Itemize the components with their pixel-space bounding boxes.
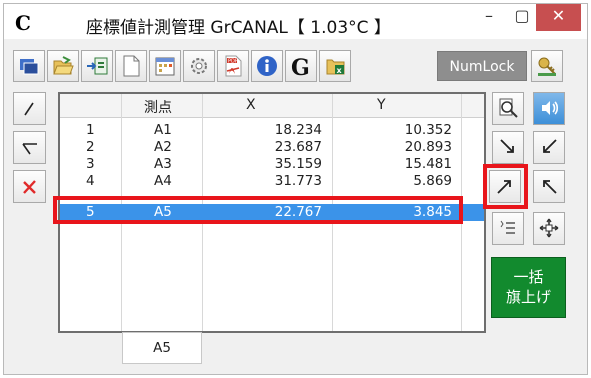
svg-text:x: x	[337, 66, 343, 75]
current-point-display: A5	[122, 332, 202, 364]
col-header-y[interactable]: Y	[377, 97, 386, 113]
sound-button[interactable]	[533, 92, 565, 125]
line-icon	[24, 102, 34, 116]
open-folder-icon	[53, 56, 74, 75]
cell-point: A1	[154, 122, 172, 138]
settings-button[interactable]	[183, 50, 215, 82]
g-button[interactable]: G	[285, 50, 317, 82]
cell-point: A2	[154, 139, 172, 155]
col-header-x[interactable]: X	[246, 97, 256, 113]
draw-angle-button[interactable]	[13, 131, 46, 164]
new-document-button[interactable]	[115, 50, 147, 82]
window-button[interactable]	[13, 50, 45, 82]
excel-icon: x	[326, 59, 345, 75]
arrow-up-left-button[interactable]	[533, 170, 565, 203]
cell-point: A3	[154, 156, 172, 172]
settings-gear-icon	[191, 58, 207, 74]
arrow-button-highlight	[483, 164, 528, 209]
table-row[interactable]: 1 A1 18.234 10.352	[60, 122, 484, 139]
cell-y: 20.893	[404, 139, 452, 155]
angle-icon	[22, 143, 37, 155]
key-icon	[538, 57, 556, 76]
info-button[interactable]	[251, 50, 283, 82]
new-document-icon	[123, 55, 140, 77]
delete-button[interactable]	[13, 170, 46, 203]
table-header: 測点 X Y	[60, 94, 484, 118]
window-title: 座標値計測管理 GrCANAL【 1.03°C 】	[86, 18, 391, 38]
bulk-flag-button[interactable]: 一括 旗上げ	[491, 257, 566, 318]
table-row[interactable]: 2 A2 23.687 20.893	[60, 139, 484, 156]
app-icon: C	[15, 11, 31, 35]
maximize-button[interactable]: ▢	[508, 4, 536, 31]
cell-point: A4	[154, 173, 172, 189]
bulk-flag-label-line1: 一括	[513, 268, 544, 286]
pdf-icon: PDF	[225, 55, 242, 77]
zoom-icon	[499, 98, 518, 118]
list-sort-icon	[500, 220, 515, 234]
close-button[interactable]: ✕	[536, 4, 581, 31]
move-cross-icon	[539, 218, 559, 238]
table-row[interactable]: 3 A3 35.159 15.481	[60, 156, 484, 173]
col-header-point[interactable]: 測点	[144, 97, 172, 117]
window-icon	[20, 59, 39, 75]
row-number: 3	[86, 156, 95, 172]
pdf-button[interactable]: PDF	[217, 50, 249, 82]
cell-x: 23.687	[274, 139, 322, 155]
g-icon: G	[291, 55, 310, 78]
svg-text:PDF: PDF	[228, 59, 238, 65]
arrow-down-left-icon	[543, 139, 557, 153]
bulk-flag-label-line2: 旗上げ	[505, 288, 551, 306]
move-button[interactable]	[533, 212, 565, 245]
info-icon	[257, 56, 277, 76]
table-row[interactable]: 4 A4 31.773 5.869	[60, 173, 484, 190]
speaker-icon	[542, 101, 559, 115]
cell-y: 5.869	[413, 173, 452, 189]
key-button[interactable]	[531, 50, 563, 82]
arrow-down-right-button[interactable]	[492, 131, 524, 164]
excel-button[interactable]: x	[319, 50, 351, 82]
arrow-up-left-icon	[543, 180, 557, 194]
svg-text:G: G	[291, 55, 310, 78]
import-button[interactable]	[81, 50, 113, 82]
cell-y: 10.352	[404, 122, 452, 138]
cell-x: 31.773	[274, 173, 322, 189]
cell-y: 15.481	[404, 156, 452, 172]
row-number: 4	[86, 173, 95, 189]
draw-line-button[interactable]	[13, 92, 46, 125]
import-icon	[87, 57, 108, 75]
arrow-down-right-icon	[500, 139, 514, 153]
open-folder-button[interactable]	[47, 50, 79, 82]
zoom-point-button[interactable]	[492, 92, 524, 125]
selected-row-highlight	[53, 196, 463, 224]
row-number: 1	[86, 122, 95, 138]
title-bar: C 座標値計測管理 GrCANAL【 1.03°C 】 – ▢ ✕	[4, 4, 587, 39]
cell-x: 18.234	[274, 122, 322, 138]
cell-x: 35.159	[274, 156, 322, 172]
calendar-button[interactable]	[149, 50, 181, 82]
calendar-icon	[155, 57, 175, 76]
row-number: 2	[86, 139, 95, 155]
arrow-down-left-button[interactable]	[533, 131, 565, 164]
minimize-button[interactable]: –	[475, 4, 503, 31]
list-sort-button[interactable]	[492, 212, 524, 245]
delete-x-icon	[23, 180, 36, 194]
numlock-indicator[interactable]: NumLock	[437, 51, 527, 81]
